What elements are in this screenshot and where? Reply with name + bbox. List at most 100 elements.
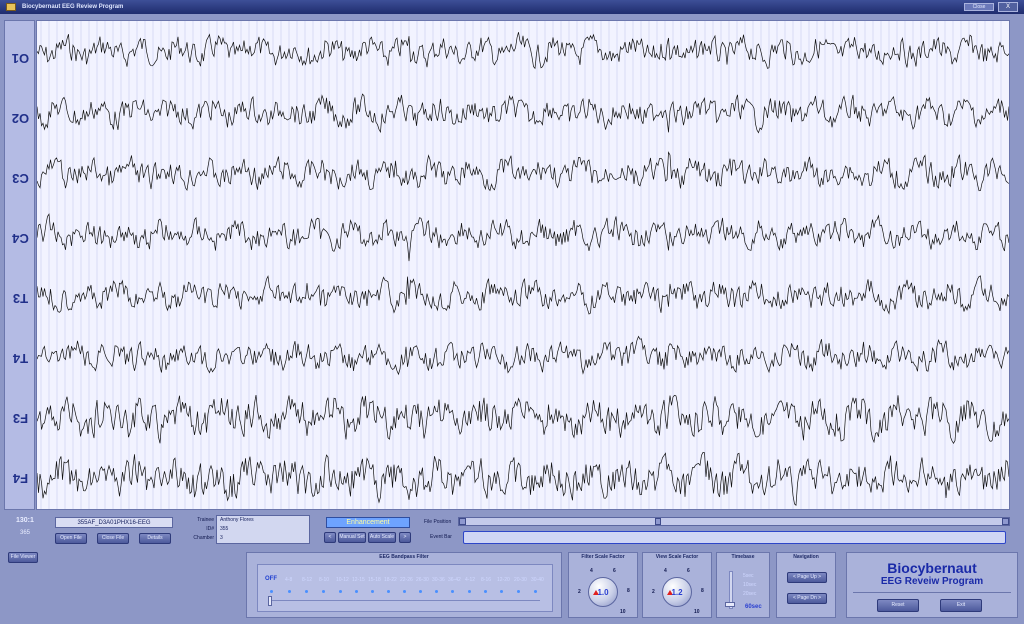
bandpass-filter-panel: EEG Bandpass Filter OFF 4-8 8-12 8-10 10… — [246, 552, 562, 618]
bandpass-indicator — [305, 590, 308, 593]
bandpass-option[interactable]: 10-12 — [336, 577, 349, 583]
bandpass-option[interactable]: 8-16 — [481, 577, 491, 583]
bandpass-option[interactable]: 36-42 — [448, 577, 461, 583]
bandpass-indicator — [339, 590, 342, 593]
trainee-label: Trainee — [197, 517, 214, 523]
knob-tick: 4 — [590, 568, 593, 574]
bandpass-option[interactable]: 12-15 — [352, 577, 365, 583]
bandpass-option[interactable]: 18-22 — [384, 577, 397, 583]
bandpass-inner — [257, 564, 553, 612]
bandpass-indicator — [517, 590, 520, 593]
bandpass-option[interactable]: 12-20 — [497, 577, 510, 583]
enhancement-next-button[interactable]: > — [399, 532, 411, 543]
eeg-trace-t3 — [36, 275, 1010, 315]
eeg-trace-f3 — [36, 394, 1010, 444]
bandpass-indicator — [288, 590, 291, 593]
bandpass-indicator — [387, 590, 390, 593]
filter-scale-knob[interactable]: 1.0 — [588, 577, 618, 607]
title-bar: Biocybernaut EEG Review Program Close X — [0, 0, 1024, 14]
brand-subtitle: EEG Reveiw Program — [880, 576, 984, 587]
chamber-value: 3 — [220, 535, 223, 541]
view-scale-value: 1.2 — [671, 588, 683, 597]
channel-label-f4: F4 — [12, 471, 29, 486]
open-file-button[interactable]: Open File — [55, 533, 87, 544]
bandpass-option[interactable]: 20-30 — [514, 577, 527, 583]
channel-label-t3: T3 — [12, 291, 29, 306]
trainee-value: Anthony Flores — [220, 517, 254, 523]
brand-title: Biocybernaut — [887, 560, 977, 576]
id-value: 355 — [220, 526, 229, 532]
manual-set-button[interactable]: Manual Set — [338, 532, 366, 543]
close-button[interactable]: Close — [964, 3, 994, 11]
scroll-left-arrow[interactable] — [459, 518, 466, 525]
navigation-panel: Navigation < Page Up > < Page Dn > — [776, 552, 836, 618]
chamber-label: Chamber — [193, 535, 214, 541]
view-scale-knob[interactable]: 1.2 — [662, 577, 692, 607]
details-button[interactable]: Details — [139, 533, 171, 544]
bandpass-indicator — [419, 590, 422, 593]
knob-tick: 10 — [620, 609, 626, 615]
filter-scale-value: 1.0 — [597, 588, 609, 597]
auto-scale-button[interactable]: Auto Scale — [368, 532, 396, 543]
page-up-button[interactable]: < Page Up > — [787, 572, 827, 583]
window-title: Biocybernaut EEG Review Program — [22, 4, 124, 10]
event-bar[interactable] — [463, 531, 1006, 544]
timebase-option[interactable]: 5sec — [743, 573, 754, 579]
file-position-scrollbar[interactable] — [458, 517, 1010, 526]
bandpass-option[interactable]: 26-30 — [416, 577, 429, 583]
timebase-option[interactable]: 10sec — [743, 582, 756, 588]
bandpass-option[interactable]: 8-12 — [302, 577, 312, 583]
bandpass-indicator — [270, 590, 273, 593]
file-position-label: File Position — [424, 519, 452, 525]
id-label: ID# — [206, 526, 214, 532]
channel-label-column: O1 O2 C3 C4 T3 T4 F3 F4 — [4, 20, 35, 510]
brand-divider — [853, 592, 1011, 593]
bandpass-option[interactable]: 4-8 — [285, 577, 292, 583]
timebase-option[interactable]: 20sec — [743, 591, 756, 597]
file-position-thumb[interactable] — [655, 518, 661, 525]
enhancement-prev-button[interactable]: < — [324, 532, 336, 543]
bandpass-option[interactable]: 30-40 — [531, 577, 544, 583]
bandpass-indicator — [500, 590, 503, 593]
view-scale-title: View Scale Factor — [655, 554, 699, 560]
bandpass-option[interactable]: 8-10 — [319, 577, 329, 583]
page-down-button[interactable]: < Page Dn > — [787, 593, 827, 604]
reset-button[interactable]: Reset — [877, 599, 919, 612]
brand-panel: Biocybernaut EEG Reveiw Program Reset Ex… — [846, 552, 1018, 618]
enhancement-indicator[interactable]: Enhancement — [326, 517, 410, 528]
eeg-plot[interactable] — [36, 20, 1010, 510]
bandpass-option[interactable]: 4-12 — [465, 577, 475, 583]
knob-tick: 8 — [701, 588, 704, 594]
bandpass-option[interactable]: 30-36 — [432, 577, 445, 583]
channel-label-c4: C4 — [12, 231, 29, 246]
timebase-slider-thumb[interactable] — [725, 602, 735, 607]
eeg-trace-o2 — [36, 93, 1010, 134]
app-icon — [6, 3, 16, 11]
bandpass-indicator — [322, 590, 325, 593]
bandpass-slider-track[interactable] — [270, 600, 540, 601]
bandpass-slider-thumb[interactable] — [268, 596, 272, 606]
timebase-panel: Timebase 5sec 10sec 20sec 60sec — [716, 552, 770, 618]
file-id-field: 355AF_D3A01PHX16-EEG — [55, 517, 173, 528]
close-x-button[interactable]: X — [998, 2, 1018, 12]
event-bar-label: Event Bar — [430, 534, 452, 540]
bandpass-indicator — [534, 590, 537, 593]
trainee-info-box: Anthony Flores 355 3 — [216, 515, 310, 544]
timebase-title: Timebase — [731, 554, 755, 560]
scroll-right-arrow[interactable] — [1002, 518, 1009, 525]
bandpass-option[interactable]: 22-26 — [400, 577, 413, 583]
count-readout: 365 — [20, 530, 31, 536]
close-file-button[interactable]: Close File — [97, 533, 129, 544]
channel-label-f3: F3 — [12, 411, 29, 426]
exit-button[interactable]: Exit — [940, 599, 982, 612]
knob-tick: 4 — [664, 568, 667, 574]
filter-scale-panel: Filter Scale Factor 2 4 6 8 10 1.0 — [568, 552, 638, 618]
eeg-trace-c3 — [36, 151, 1010, 192]
file-viewer-button[interactable]: File Viewer — [8, 552, 38, 563]
channel-label-o2: O2 — [11, 111, 30, 126]
knob-tick: 6 — [613, 568, 616, 574]
bandpass-option[interactable]: 15-18 — [368, 577, 381, 583]
knob-tick: 2 — [578, 589, 581, 595]
channel-label-c3: C3 — [12, 171, 29, 186]
bandpass-option-off[interactable]: OFF — [265, 576, 277, 582]
